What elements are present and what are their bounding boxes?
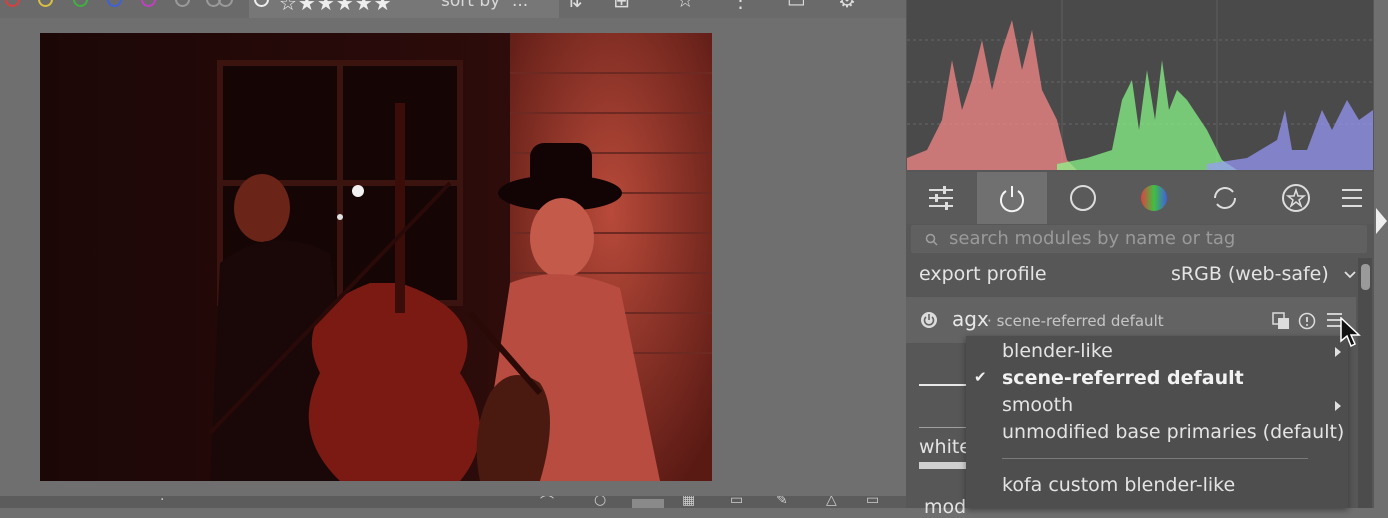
tab-color[interactable] <box>1119 172 1189 224</box>
submenu-arrow-icon <box>1335 401 1341 411</box>
tab-base[interactable] <box>1048 172 1118 224</box>
bottom-active-icon[interactable] <box>632 499 664 508</box>
tab-presets-menu[interactable] <box>1332 172 1372 224</box>
menu-item-blender-like[interactable]: blender-like <box>1002 340 1113 362</box>
menu-icon <box>1342 189 1362 207</box>
display-icon[interactable]: ▭ <box>787 0 806 12</box>
mouse-cursor-icon <box>1340 317 1361 348</box>
sort-value[interactable]: ... <box>512 0 528 11</box>
tab-correct[interactable] <box>1190 172 1260 224</box>
panel-scrollbar-thumb[interactable] <box>1361 264 1370 290</box>
export-profile-value-text: sRGB (web-safe) <box>1171 263 1329 285</box>
circle-icon <box>1070 185 1096 211</box>
tab-effect[interactable] <box>1261 172 1331 224</box>
color-label-gray[interactable] <box>175 0 190 7</box>
toolbar-icons: ⇅ ⊞ ☆ ⋮ ▭ ⚙ <box>566 0 856 12</box>
bottom-screen-icon[interactable]: ▭ <box>866 496 879 508</box>
photo-preview[interactable] <box>40 33 712 481</box>
sort-order-icon[interactable]: ⇅ <box>566 0 583 12</box>
checkmark-icon: ✔ <box>974 368 987 386</box>
star-icon[interactable]: ☆ <box>676 0 694 12</box>
sort-label: sort by <box>441 0 501 11</box>
menu-item-unmodified-base-primaries[interactable]: unmodified base primaries (default) <box>1002 421 1344 443</box>
tab-active-modules[interactable] <box>977 172 1047 224</box>
panel-scrollbar[interactable] <box>1358 258 1372 508</box>
bottom-circle-icon[interactable]: ○ <box>594 496 606 508</box>
chevron-down-icon <box>1344 271 1356 279</box>
module-power-icon[interactable] <box>920 311 938 329</box>
color-label-green[interactable] <box>73 0 88 7</box>
histogram-graph <box>907 0 1373 170</box>
rating-filter[interactable]: ☆★★★★★ <box>279 0 393 15</box>
color-label-toggle-icon-2[interactable] <box>218 0 233 7</box>
export-profile-label: export profile <box>919 263 1047 285</box>
white-slider[interactable] <box>919 462 967 469</box>
menu-item-smooth[interactable]: smooth <box>1002 394 1073 416</box>
filter-icon[interactable]: ⊞ <box>613 0 630 12</box>
color-label-purple[interactable] <box>141 0 156 7</box>
bottom-pen-icon[interactable]: ✎ <box>776 496 788 508</box>
color-label-blue[interactable] <box>107 0 122 7</box>
menu-item-scene-referred-default[interactable]: scene-referred default <box>1002 367 1244 389</box>
bottom-triangle-icon[interactable]: △ <box>826 496 837 508</box>
tab-sliders[interactable] <box>906 172 976 224</box>
photo-image <box>40 33 712 481</box>
export-profile-value[interactable]: sRGB (web-safe) <box>1171 263 1357 285</box>
module-name: agx <box>952 307 989 331</box>
menu-item-kofa-custom-blender-like[interactable]: kofa custom blender-like <box>1002 474 1235 496</box>
more-icon[interactable]: ⋮ <box>731 0 751 12</box>
search-icon <box>925 233 938 246</box>
multi-instance-icon[interactable] <box>1272 312 1290 330</box>
refresh-icon <box>1214 187 1236 209</box>
bottom-curve-icon[interactable]: ⌒ <box>540 496 554 508</box>
divider <box>919 427 967 428</box>
color-wheel-icon <box>1141 185 1167 211</box>
search-input[interactable]: search modules by name or tag <box>949 228 1235 249</box>
module-group-tabs <box>906 172 1374 224</box>
bottom-grid-icon[interactable]: ▦ <box>682 496 695 508</box>
partial-label: mod <box>924 496 967 518</box>
module-preset-label: · scene-referred default <box>987 312 1164 330</box>
gear-icon[interactable]: ⚙ <box>838 0 856 12</box>
top-toolbar: ☆★★★★★ sort by ... ⇅ ⊞ ☆ ⋮ ▭ ⚙ <box>0 0 906 18</box>
histogram-blue <box>1207 100 1373 170</box>
bottom-toolbar: · ⌒ ○ ▦ ▭ ✎ △ ▭ <box>0 496 906 508</box>
reset-icon[interactable] <box>1298 312 1316 330</box>
color-label-yellow[interactable] <box>38 0 53 7</box>
presets-dropdown: blender-like ✔ scene-referred default sm… <box>966 336 1348 508</box>
bottom-dot-icon[interactable]: · <box>160 496 164 508</box>
collapse-right-panel-icon[interactable] <box>1374 206 1388 236</box>
white-label: white <box>919 436 971 458</box>
sliders-icon <box>929 186 953 210</box>
menu-separator <box>1002 458 1308 459</box>
color-label-red[interactable] <box>5 0 20 7</box>
module-search[interactable]: search modules by name or tag <box>911 225 1367 253</box>
bottom-box-icon[interactable]: ▭ <box>730 496 743 508</box>
export-profile-row[interactable]: export profile sRGB (web-safe) <box>906 258 1358 294</box>
star-badge-icon <box>1282 184 1310 212</box>
power-icon <box>1000 186 1024 213</box>
histogram-red <box>907 20 1077 170</box>
curve-line <box>919 384 967 386</box>
histogram[interactable] <box>907 0 1373 170</box>
histogram-green <box>1057 60 1237 170</box>
